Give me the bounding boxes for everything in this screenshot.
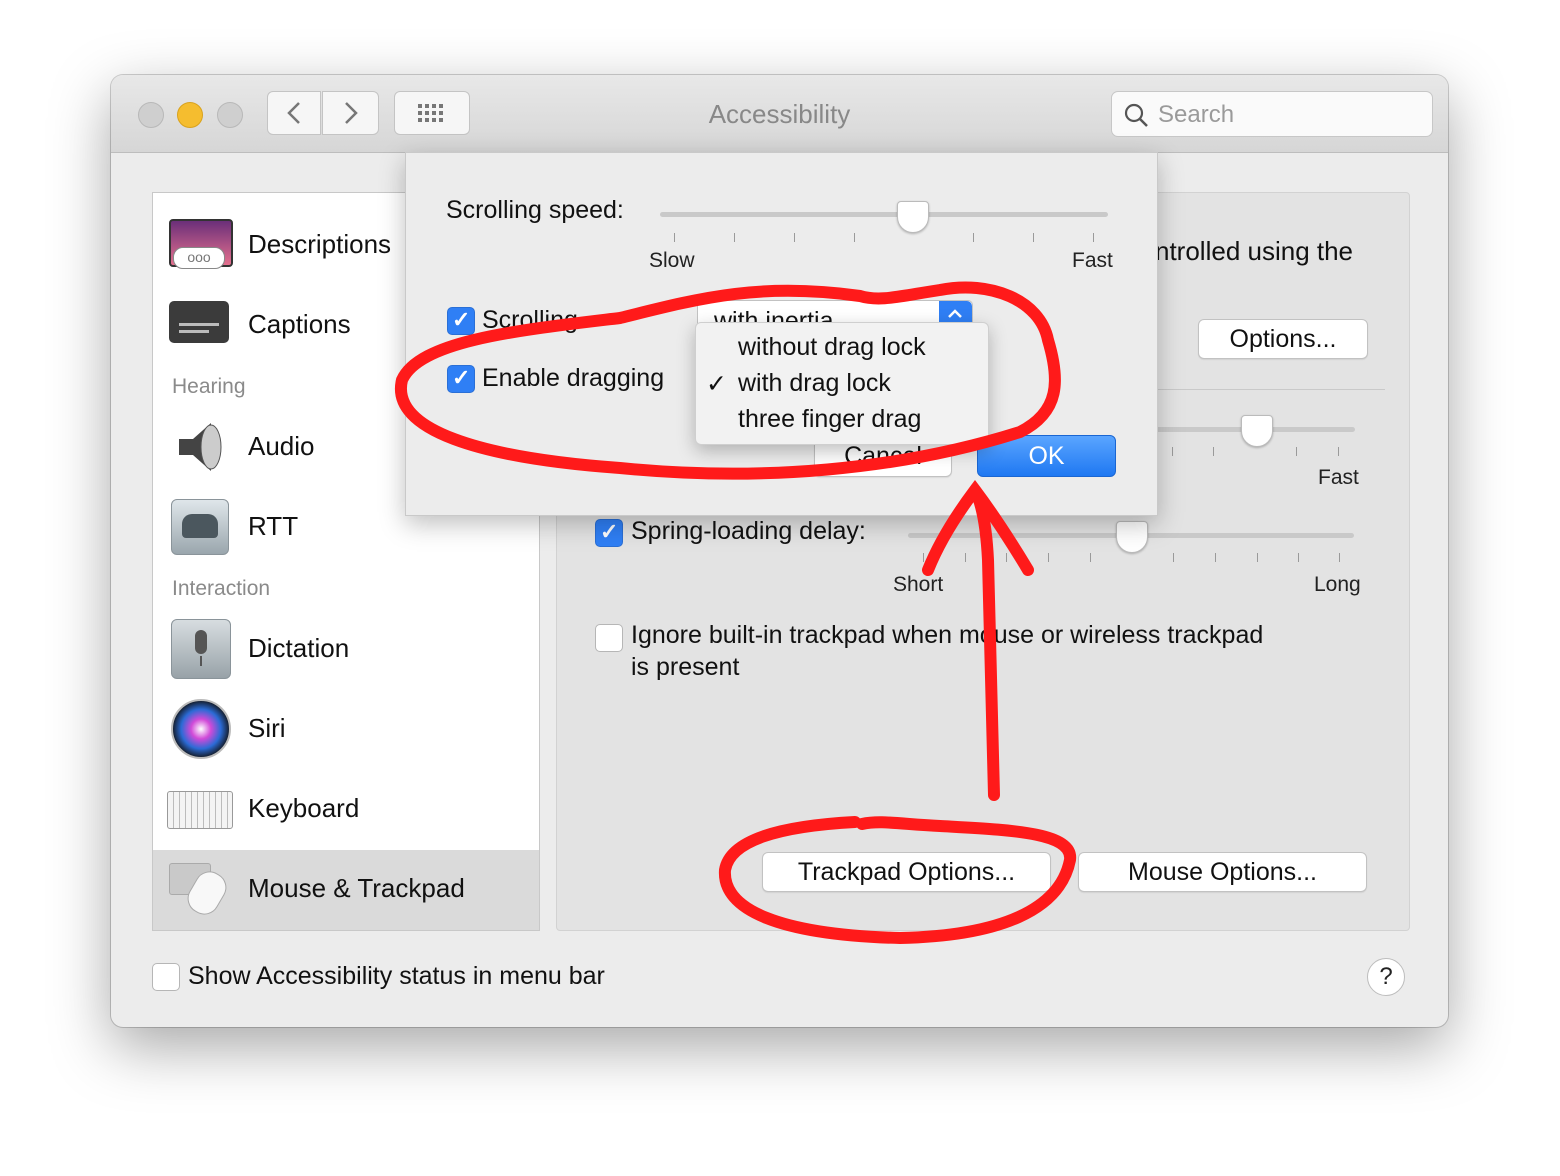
annotation-arrow <box>922 479 1034 801</box>
annotation-loop-dragging <box>394 281 1061 480</box>
annotation-overlay <box>394 281 1077 945</box>
annotation-loop-trackpad-options <box>718 816 1077 945</box>
